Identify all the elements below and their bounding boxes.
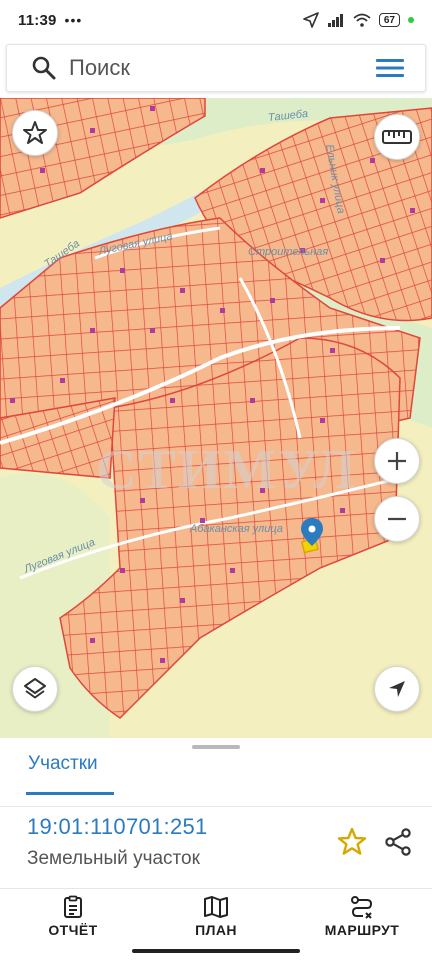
nav-route-label: МАРШРУТ: [324, 922, 400, 938]
privacy-dot-icon: [408, 17, 414, 23]
parcel-cadastral-number[interactable]: 19:01:110701:251: [27, 814, 208, 840]
sheet-tabs: Участки: [0, 750, 432, 807]
status-bar: 11:39 ••• 67: [0, 0, 432, 40]
plus-icon: [388, 452, 406, 470]
search-bar-container: [0, 40, 432, 98]
status-time: 11:39: [18, 11, 57, 29]
menu-icon[interactable]: [375, 56, 405, 80]
battery-indicator: 67: [378, 13, 400, 27]
tab-active-indicator: [26, 792, 114, 795]
ruler-icon: [382, 130, 412, 144]
location-arrow-icon: [303, 12, 319, 28]
zoom-out-button[interactable]: [374, 496, 420, 542]
wifi-icon: [353, 13, 371, 27]
clipboard-report-icon: [64, 895, 82, 918]
favorite-star-icon[interactable]: [336, 826, 368, 858]
favorites-map-button[interactable]: [12, 110, 58, 156]
parcel-type: Земельный участок: [27, 848, 200, 869]
nav-report-label: ОТЧЁТ: [48, 922, 98, 938]
star-outline-icon: [23, 121, 47, 144]
search-bar[interactable]: [6, 44, 426, 92]
layers-icon: [24, 678, 46, 699]
nav-report-button[interactable]: ОТЧЁТ: [42, 895, 104, 945]
signal-icon: [327, 14, 343, 27]
my-location-button[interactable]: [374, 666, 420, 712]
status-icons: 67: [303, 12, 414, 28]
nav-route-button[interactable]: МАРШРУТ: [316, 895, 408, 945]
minus-icon: [388, 517, 406, 521]
map-icon: [204, 896, 228, 918]
navigation-arrow-icon: [389, 681, 405, 697]
nav-plan-label: ПЛАН: [195, 922, 237, 938]
bottom-navigation: ОТЧЁТ ПЛАН МАРШРУТ: [0, 888, 432, 960]
parcel-list-item[interactable]: 19:01:110701:251 Земельный участок: [0, 804, 432, 888]
tab-parcels[interactable]: Участки: [28, 750, 98, 790]
app-root: 11:39 ••• 67 Поиск Ташеба Ташеба Луговая…: [0, 0, 432, 960]
share-icon[interactable]: [382, 826, 414, 858]
gesture-navigation-bar[interactable]: [132, 949, 300, 953]
sheet-drag-handle[interactable]: [192, 745, 240, 749]
status-notification-dots: •••: [64, 12, 83, 28]
route-icon: [351, 896, 373, 919]
map-view[interactable]: Ташеба Ташеба Луговая улица Строительная…: [0, 98, 432, 738]
zoom-in-button[interactable]: [374, 438, 420, 484]
cadastral-map[interactable]: [0, 98, 432, 738]
nav-plan-button[interactable]: ПЛАН: [186, 895, 246, 945]
search-input[interactable]: [69, 55, 375, 81]
bottom-sheet: Участки 19:01:110701:251 Земельный участ…: [0, 738, 432, 888]
search-icon[interactable]: [31, 55, 57, 81]
layers-map-button[interactable]: [12, 666, 58, 712]
ruler-map-button[interactable]: [374, 114, 420, 160]
